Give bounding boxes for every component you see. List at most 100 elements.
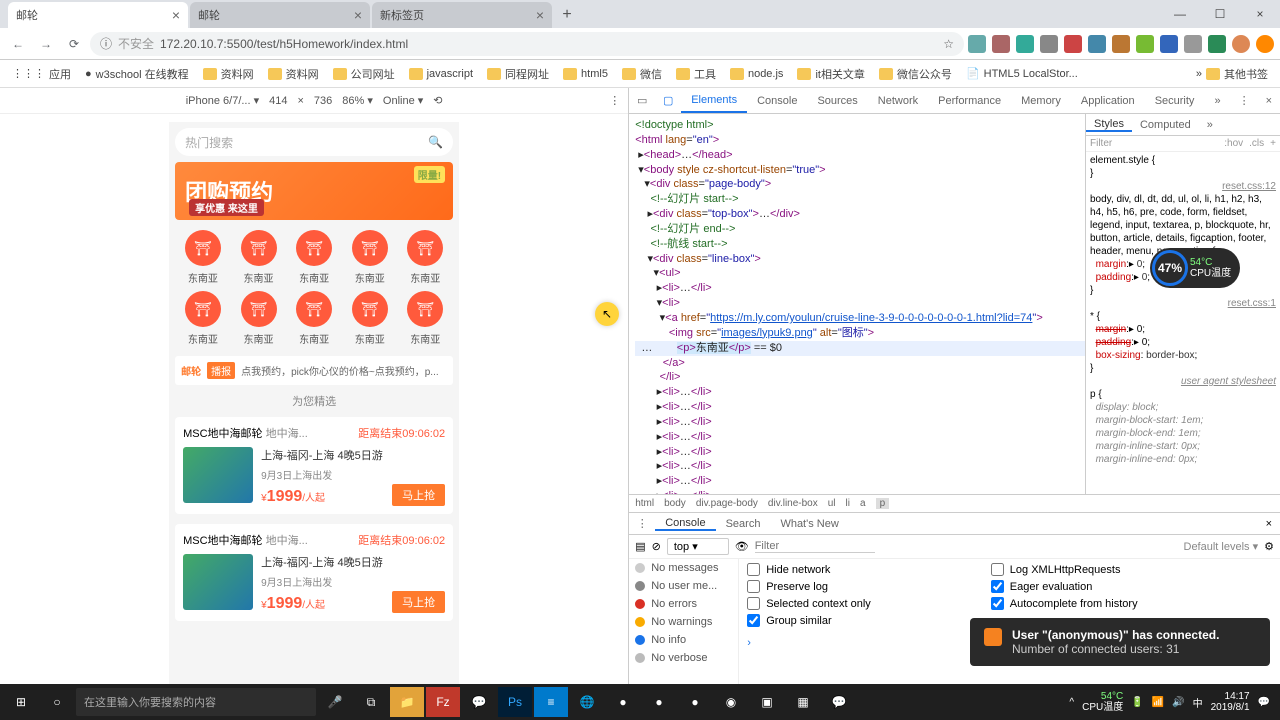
reload-button[interactable]: ⟳ <box>62 32 86 56</box>
drawer-tab-whatsnew[interactable]: What's New <box>770 518 848 530</box>
avatar[interactable] <box>1232 35 1250 53</box>
bookmark[interactable]: ● w3school 在线教程 <box>79 64 195 84</box>
bookmark[interactable]: javascript <box>403 66 479 82</box>
devtools-menu-icon[interactable]: ⋮ <box>1231 94 1258 107</box>
device-height[interactable]: 736 <box>314 95 332 107</box>
sidebar-messages[interactable]: No messages <box>629 559 738 577</box>
wifi-icon[interactable]: 📶 <box>1152 697 1164 708</box>
tab-styles[interactable]: Styles <box>1086 118 1132 132</box>
category-item[interactable]: ⛩东南亚 <box>231 230 287 285</box>
category-item[interactable]: ⛩东南亚 <box>398 291 454 346</box>
close-button[interactable]: × <box>1240 0 1280 28</box>
category-item[interactable]: ⛩东南亚 <box>342 291 398 346</box>
levels-select[interactable]: Default levels ▾ <box>1184 540 1259 553</box>
filter-input[interactable] <box>755 540 875 553</box>
tab-3[interactable]: 新标签页× <box>372 2 552 28</box>
rotate-icon[interactable]: ⟲ <box>433 94 442 107</box>
tab-more[interactable]: » <box>1199 119 1221 131</box>
bookmark[interactable]: 资料网 <box>197 64 260 84</box>
ime-icon[interactable]: 中 <box>1193 695 1203 710</box>
device-mode-icon[interactable]: ▢ <box>655 94 681 107</box>
app-icon[interactable]: ▦ <box>786 687 820 717</box>
clear-icon[interactable]: ⊘ <box>652 540 661 553</box>
app-icon[interactable]: 💬 <box>462 687 496 717</box>
close-icon[interactable]: × <box>354 7 362 23</box>
throttle-select[interactable]: Online ▾ <box>383 94 423 107</box>
tab-memory[interactable]: Memory <box>1011 88 1071 113</box>
tab-performance[interactable]: Performance <box>928 88 1011 113</box>
explorer-icon[interactable]: 📁 <box>390 687 424 717</box>
filezilla-icon[interactable]: Fz <box>426 687 460 717</box>
hov-toggle[interactable]: :hov <box>1224 138 1243 149</box>
cortana-icon[interactable]: ○ <box>40 687 74 717</box>
category-item[interactable]: ⛩东南亚 <box>286 230 342 285</box>
banner[interactable]: 团购预约 享优惠 来这里 限量! <box>175 162 453 220</box>
bookmark[interactable]: 工具 <box>670 64 722 84</box>
add-rule-icon[interactable]: + <box>1270 138 1276 149</box>
forward-button[interactable]: → <box>34 32 58 56</box>
maximize-button[interactable]: ☐ <box>1200 0 1240 28</box>
bookmark[interactable]: 微信 <box>616 64 668 84</box>
product-card[interactable]: MSC地中海邮轮 地中海... 距离结束09:06:02 上海-福冈-上海 4晚… <box>175 417 453 514</box>
sidebar-errors[interactable]: No errors <box>629 595 738 613</box>
buy-button[interactable]: 马上抢 <box>392 591 445 613</box>
tab-2[interactable]: 邮轮× <box>190 2 370 28</box>
styles-body[interactable]: element.style { } reset.css:12 body, div… <box>1086 152 1280 494</box>
tab-sources[interactable]: Sources <box>807 88 867 113</box>
tab-more[interactable]: » <box>1204 88 1230 113</box>
ext-icon[interactable] <box>1112 35 1130 53</box>
check-hide-network[interactable]: Hide network <box>747 563 871 576</box>
ext-icon[interactable] <box>1136 35 1154 53</box>
category-item[interactable]: ⛩东南亚 <box>398 230 454 285</box>
bookmark[interactable]: 同程网址 <box>481 64 555 84</box>
edge-icon[interactable]: 🌐 <box>570 687 604 717</box>
product-card[interactable]: MSC地中海邮轮 地中海... 距离结束09:06:02 上海-福冈-上海 4晚… <box>175 524 453 621</box>
device-width[interactable]: 414 <box>269 95 287 107</box>
chrome-icon[interactable]: ◉ <box>714 687 748 717</box>
category-item[interactable]: ⛩东南亚 <box>175 291 231 346</box>
dom-tree[interactable]: <!doctype html> <html lang="en"> ▸<head>… <box>629 114 1085 494</box>
drawer-menu-icon[interactable]: ⋮ <box>629 517 655 530</box>
terminal-icon[interactable]: ▣ <box>750 687 784 717</box>
bookmark[interactable]: it相关文章 <box>791 64 871 84</box>
back-button[interactable]: ← <box>6 32 30 56</box>
volume-icon[interactable]: 🔊 <box>1172 697 1184 708</box>
ext-icon[interactable] <box>1040 35 1058 53</box>
drawer-tab-search[interactable]: Search <box>716 518 771 530</box>
zoom-select[interactable]: 86% ▾ <box>342 94 373 107</box>
app-icon[interactable]: ● <box>642 687 676 717</box>
sidebar-toggle-icon[interactable]: ▤ <box>635 540 645 553</box>
taskview-icon[interactable]: ⧉ <box>354 687 388 717</box>
tab-1[interactable]: 邮轮× <box>8 2 188 28</box>
tab-computed[interactable]: Computed <box>1132 119 1199 131</box>
ext-icon[interactable] <box>992 35 1010 53</box>
drawer-tab-console[interactable]: Console <box>655 517 715 531</box>
context-select[interactable]: top ▾ <box>667 538 729 555</box>
check-selected-context[interactable]: Selected context only <box>747 597 871 610</box>
bookmark[interactable]: 📄 HTML5 LocalStor... <box>960 65 1084 82</box>
start-button[interactable]: ⊞ <box>4 687 38 717</box>
check-log-xhr[interactable]: Log XMLHttpRequests <box>991 563 1138 576</box>
ext-icon[interactable] <box>968 35 986 53</box>
profile-icon[interactable] <box>1256 35 1274 53</box>
new-tab-button[interactable]: + <box>554 2 580 28</box>
ext-icon[interactable] <box>1064 35 1082 53</box>
category-item[interactable]: ⛩东南亚 <box>231 291 287 346</box>
minimize-button[interactable]: — <box>1160 0 1200 28</box>
close-icon[interactable]: × <box>536 7 544 23</box>
more-icon[interactable]: ⋮ <box>609 94 620 107</box>
ext-icon[interactable] <box>1016 35 1034 53</box>
cls-toggle[interactable]: .cls <box>1249 138 1264 149</box>
sidebar-warnings[interactable]: No warnings <box>629 613 738 631</box>
ext-icon[interactable] <box>1088 35 1106 53</box>
vscode-icon[interactable]: ≡ <box>534 687 568 717</box>
app-icon[interactable]: ● <box>606 687 640 717</box>
sidebar-user[interactable]: No user me... <box>629 577 738 595</box>
bookmark[interactable]: 公司网址 <box>327 64 401 84</box>
tray-up-icon[interactable]: ^ <box>1069 697 1074 708</box>
battery-icon[interactable]: 🔋 <box>1131 697 1143 708</box>
category-item[interactable]: ⛩东南亚 <box>286 291 342 346</box>
check-autocomplete[interactable]: Autocomplete from history <box>991 597 1138 610</box>
photoshop-icon[interactable]: Ps <box>498 687 532 717</box>
check-group-similar[interactable]: Group similar <box>747 614 871 627</box>
